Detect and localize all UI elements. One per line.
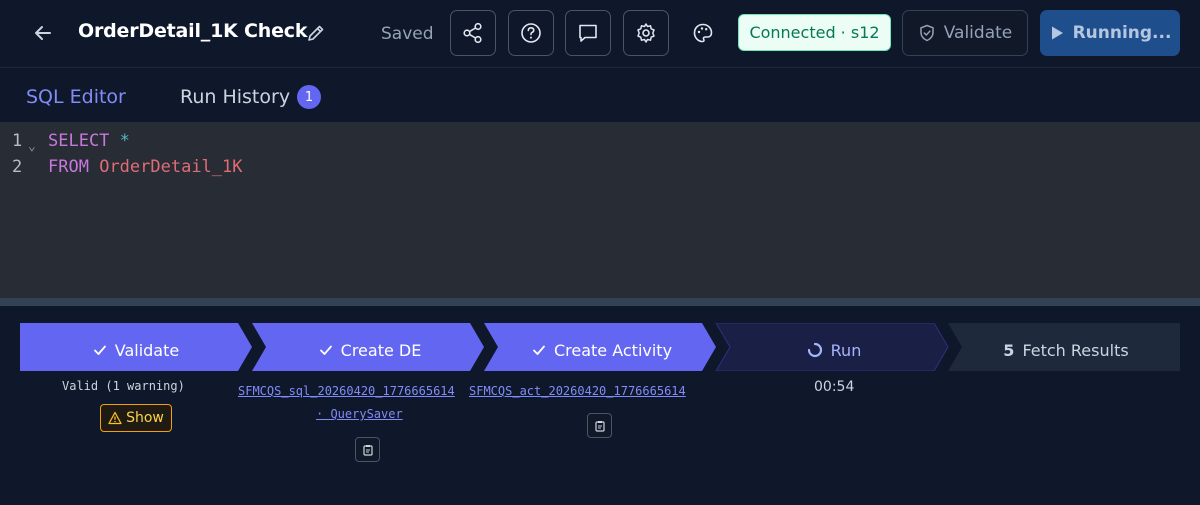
- shield-check-icon: [919, 24, 934, 42]
- step-create-activity: Create Activity: [488, 339, 716, 361]
- save-status: Saved: [381, 24, 434, 44]
- validate-button[interactable]: Validate: [902, 10, 1028, 56]
- step-validate-label: Validate: [114, 340, 180, 360]
- line-number: 2: [12, 157, 23, 177]
- help-icon: [521, 23, 541, 43]
- comment-icon: [579, 24, 597, 42]
- play-icon: [1051, 26, 1063, 40]
- sql-operator: *: [119, 131, 130, 151]
- copy-de-name-button[interactable]: [355, 437, 380, 462]
- check-icon: [93, 345, 106, 355]
- palette-icon: [693, 23, 713, 43]
- sql-keyword: SELECT: [48, 131, 110, 151]
- settings-button[interactable]: [623, 10, 669, 56]
- top-bar: OrderDetail_1K Check Saved Connected · s…: [0, 0, 1200, 68]
- comments-button[interactable]: [565, 10, 611, 56]
- run-elapsed-time: 00:54: [814, 379, 855, 395]
- step-run-label: Run: [830, 340, 862, 360]
- share-icon: [463, 22, 482, 44]
- pencil-icon: [308, 25, 324, 41]
- step-create-de: Create DE: [256, 339, 484, 361]
- tab-sql-editor[interactable]: SQL Editor: [26, 86, 126, 108]
- data-extension-folder-link[interactable]: · QuerySaver: [316, 407, 403, 421]
- step-create-de-label: Create DE: [340, 340, 422, 360]
- line-number: 1: [12, 131, 23, 151]
- share-button[interactable]: [450, 10, 496, 56]
- sql-keyword: FROM: [48, 157, 89, 177]
- step-create-activity-label: Create Activity: [553, 340, 673, 360]
- validate-result: Valid (1 warning): [62, 379, 185, 393]
- clipboard-icon: [594, 420, 605, 432]
- run-pipeline: Validate Create DE Create Activity Run 5…: [0, 306, 1200, 505]
- tab-run-history[interactable]: Run History: [180, 86, 290, 108]
- spinner-icon: [807, 342, 822, 358]
- gear-icon: [637, 23, 655, 43]
- query-title: OrderDetail_1K Check: [78, 20, 308, 42]
- step-fetch-results: 5 Fetch Results: [952, 339, 1180, 361]
- step-validate: Validate: [20, 339, 252, 361]
- show-warnings-label: Show: [126, 410, 164, 426]
- connection-status-badge: Connected · s12: [738, 14, 891, 51]
- validate-button-label: Validate: [943, 23, 1013, 43]
- sql-editor[interactable]: 1 ⌄ SELECT * 2 FROM OrderDetail_1K: [0, 122, 1200, 298]
- run-history-count-badge: 1: [297, 85, 321, 109]
- editor-resize-handle[interactable]: [0, 298, 1200, 306]
- run-button-label: Running...: [1072, 23, 1172, 43]
- help-button[interactable]: [508, 10, 554, 56]
- step-number: 5: [1003, 340, 1015, 360]
- back-button[interactable]: [30, 19, 56, 47]
- back-arrow-icon: [35, 26, 51, 40]
- run-button[interactable]: Running...: [1040, 10, 1180, 56]
- show-warnings-button[interactable]: Show: [100, 404, 172, 432]
- check-icon: [319, 345, 332, 355]
- query-activity-link[interactable]: SFMCQS_act_20260420_1776665614: [469, 384, 686, 398]
- warning-icon: [108, 411, 122, 425]
- edit-title-button[interactable]: [303, 20, 329, 46]
- clipboard-icon: [362, 444, 373, 456]
- theme-button[interactable]: [680, 10, 726, 56]
- step-fetch-results-label: Fetch Results: [1022, 340, 1129, 360]
- step-run: Run: [720, 339, 948, 361]
- check-icon: [533, 345, 545, 355]
- data-extension-link[interactable]: SFMCQS_sql_20260420_1776665614: [238, 384, 455, 398]
- code-line[interactable]: SELECT *: [48, 131, 130, 151]
- tab-bar: SQL Editor Run History 1: [0, 69, 1200, 122]
- code-line[interactable]: FROM OrderDetail_1K: [48, 157, 243, 177]
- copy-activity-name-button[interactable]: [587, 413, 612, 438]
- fold-chevron-icon[interactable]: ⌄: [28, 139, 36, 154]
- sql-identifier: OrderDetail_1K: [99, 157, 243, 177]
